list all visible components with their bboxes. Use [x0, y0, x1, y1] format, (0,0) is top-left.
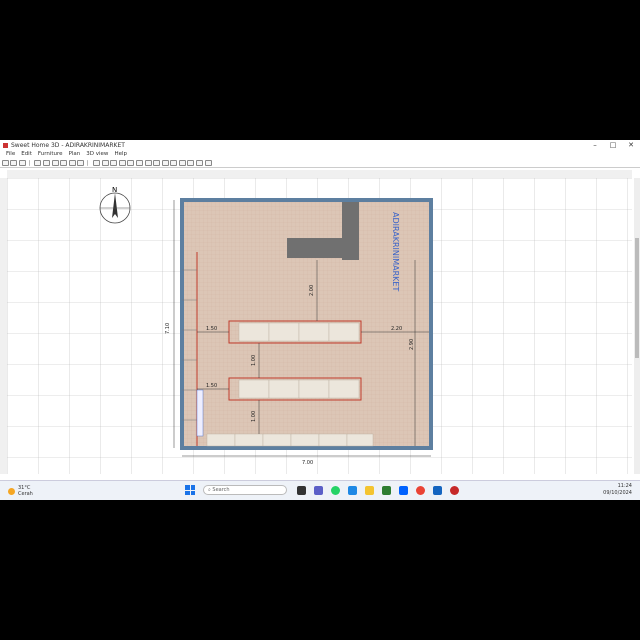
- weather-desc: Cerah: [18, 491, 33, 497]
- close-button[interactable]: ✕: [622, 141, 640, 149]
- shelf-row-bottom[interactable]: [206, 433, 374, 447]
- zoom-in-icon[interactable]: [170, 159, 178, 166]
- vertical-scrollbar[interactable]: [634, 178, 640, 474]
- select-icon[interactable]: [110, 159, 118, 166]
- shelf-unit[interactable]: [268, 322, 300, 342]
- save-icon[interactable]: [18, 159, 26, 166]
- dimension-label: 2.20: [391, 326, 402, 332]
- wall-left[interactable]: [180, 198, 184, 450]
- chrome-icon[interactable]: [416, 485, 425, 495]
- store-name-label[interactable]: ADIRAKRINIMARKET: [391, 212, 400, 291]
- paste-icon[interactable]: [51, 159, 59, 166]
- edge-icon[interactable]: [348, 485, 357, 495]
- word-icon[interactable]: [433, 485, 442, 495]
- maximize-button[interactable]: □: [604, 141, 622, 149]
- plan-canvas[interactable]: N 7.00 7.10 2.00 2.20 2.90 1.00 1.00 1.5…: [7, 178, 632, 474]
- dimension-label: 7.00: [302, 460, 313, 466]
- create-polylines-icon[interactable]: [144, 159, 152, 166]
- shelf-row-1[interactable]: [228, 320, 362, 344]
- wall-right[interactable]: [429, 198, 433, 450]
- shelf-unit[interactable]: [262, 433, 292, 447]
- copy-icon[interactable]: [42, 159, 50, 166]
- shelf-unit[interactable]: [206, 433, 236, 447]
- wall-bottom[interactable]: [180, 446, 433, 450]
- menu-bar: File Edit Furniture Plan 3D view Help: [0, 150, 640, 158]
- search-placeholder: Search: [212, 487, 230, 493]
- shelf-unit[interactable]: [346, 433, 374, 447]
- shelf-unit[interactable]: [298, 322, 330, 342]
- undo-icon[interactable]: [60, 159, 68, 166]
- menu-help[interactable]: Help: [114, 151, 127, 157]
- add-text-icon[interactable]: [161, 159, 169, 166]
- minimize-button[interactable]: –: [586, 141, 604, 149]
- shelf-unit[interactable]: [298, 379, 330, 399]
- add-furniture-icon[interactable]: [92, 159, 100, 166]
- sun-icon: [8, 487, 15, 495]
- create-photo-icon[interactable]: [187, 159, 195, 166]
- taskbar: 31°C Cerah ⌕ Search 11:24 09/10/2024: [0, 480, 640, 500]
- create-rooms-icon[interactable]: [135, 159, 143, 166]
- compass-label: N: [112, 186, 117, 194]
- store-icon[interactable]: [382, 485, 391, 495]
- menu-furniture[interactable]: Furniture: [38, 151, 63, 157]
- app-icon: [3, 142, 8, 148]
- shelf-unit[interactable]: [328, 379, 360, 399]
- plan-view[interactable]: N 7.00 7.10 2.00 2.20 2.90 1.00 1.00 1.5…: [7, 178, 632, 474]
- open-icon[interactable]: [10, 159, 18, 166]
- dimension-label: 1.50: [206, 383, 217, 389]
- shelf-unit[interactable]: [268, 379, 300, 399]
- create-walls-icon[interactable]: [127, 159, 135, 166]
- whatsapp-icon[interactable]: [331, 485, 340, 495]
- shelf-row-2[interactable]: [228, 377, 362, 401]
- windows-start-icon[interactable]: [185, 485, 195, 495]
- toolbar-separator: [87, 159, 89, 166]
- taskbar-search[interactable]: ⌕ Search: [203, 485, 287, 495]
- toolbar-separator: [28, 159, 30, 166]
- desktop-screen: Sweet Home 3D - ADIRAKRINIMARKET – □ ✕ F…: [0, 140, 640, 500]
- shelf-unit[interactable]: [238, 322, 270, 342]
- cut-icon[interactable]: [34, 159, 42, 166]
- dimension-label: 7.10: [165, 323, 171, 334]
- menu-3d-view[interactable]: 3D view: [86, 151, 108, 157]
- create-dimensions-icon[interactable]: [153, 159, 161, 166]
- weather-widget[interactable]: 31°C Cerah: [8, 485, 33, 497]
- task-view-icon[interactable]: [297, 485, 306, 495]
- wall-top[interactable]: [180, 198, 433, 202]
- counter-horizontal[interactable]: [287, 238, 359, 258]
- menu-plan[interactable]: Plan: [69, 151, 81, 157]
- toolbar: [0, 158, 640, 168]
- dimension-label: 2.90: [409, 339, 415, 350]
- entrance-door[interactable]: [196, 389, 204, 437]
- dropbox-icon[interactable]: [399, 485, 408, 495]
- shelf-unit[interactable]: [238, 379, 270, 399]
- shelf-unit[interactable]: [234, 433, 264, 447]
- import-icon[interactable]: [101, 159, 109, 166]
- scrollbar-thumb[interactable]: [635, 238, 639, 358]
- dimension-label: 2.00: [309, 285, 315, 296]
- menu-edit[interactable]: Edit: [21, 151, 32, 157]
- shelf-unit[interactable]: [328, 322, 360, 342]
- file-explorer-icon[interactable]: [365, 485, 374, 495]
- delete-icon[interactable]: [77, 159, 85, 166]
- window-titlebar: Sweet Home 3D - ADIRAKRINIMARKET – □ ✕: [0, 140, 640, 150]
- dimension-label: 1.50: [206, 326, 217, 332]
- system-tray[interactable]: 11:24 09/10/2024: [603, 483, 632, 497]
- clock-date: 09/10/2024: [603, 490, 632, 496]
- taskbar-apps: ⌕ Search: [185, 485, 467, 495]
- zoom-out-icon[interactable]: [178, 159, 186, 166]
- dimension-label: 1.00: [251, 355, 257, 366]
- clock-time: 11:24: [617, 483, 632, 489]
- help-icon[interactable]: [204, 159, 212, 166]
- shelf-unit[interactable]: [290, 433, 320, 447]
- sweethome3d-icon[interactable]: [450, 485, 459, 495]
- menu-file[interactable]: File: [6, 151, 15, 157]
- dimension-label: 1.00: [251, 411, 257, 422]
- create-video-icon[interactable]: [196, 159, 204, 166]
- pan-icon[interactable]: [118, 159, 126, 166]
- window-title: Sweet Home 3D - ADIRAKRINIMARKET: [11, 141, 125, 149]
- shelf-unit[interactable]: [318, 433, 348, 447]
- teams-icon[interactable]: [314, 485, 323, 495]
- redo-icon[interactable]: [68, 159, 76, 166]
- new-icon[interactable]: [1, 159, 9, 166]
